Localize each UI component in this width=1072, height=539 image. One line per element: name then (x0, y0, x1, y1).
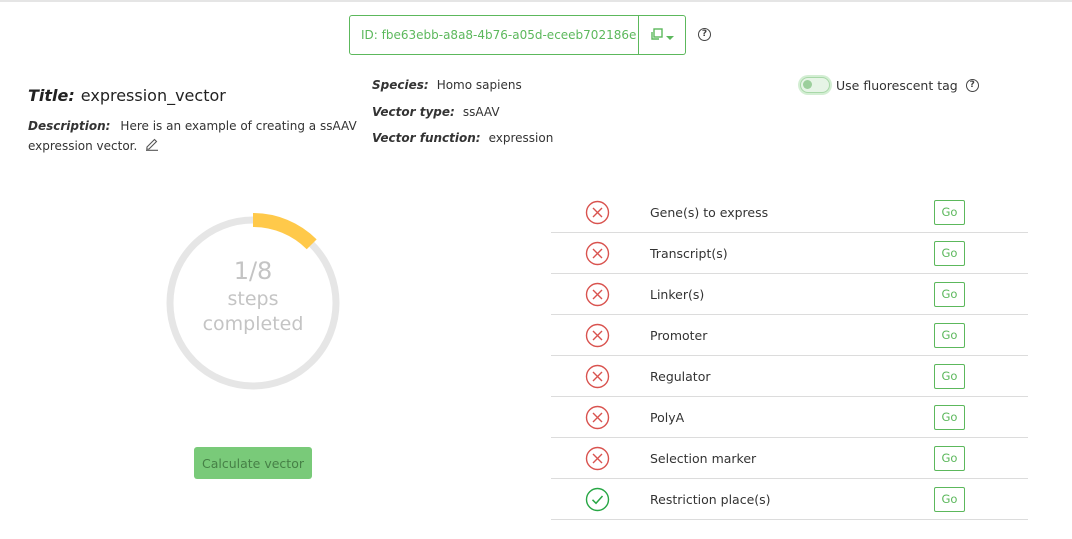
step-go-button[interactable]: Go (934, 446, 965, 471)
top-border (0, 0, 1072, 2)
step-label: PolyA (650, 409, 685, 425)
x-circle-icon (585, 364, 610, 389)
chevron-down-icon (666, 26, 674, 45)
vector-type-row: Vector type: ssAAV (372, 105, 500, 119)
x-circle-icon (585, 446, 610, 471)
vector-type-value: ssAAV (462, 105, 500, 119)
progress-text: 1/8 steps completed (160, 255, 346, 337)
step-label: Transcript(s) (650, 245, 728, 261)
vector-type-label: Vector type: (372, 105, 455, 119)
x-circle-icon (585, 200, 610, 225)
step-row: Linker(s) Go (551, 274, 1028, 315)
progress-arc (252, 213, 317, 250)
vector-description: Description: Here is an example of creati… (28, 116, 358, 157)
step-label: Restriction place(s) (650, 491, 771, 507)
vector-title: Title: expression_vector (28, 86, 226, 105)
vector-function-value: expression (488, 131, 554, 145)
step-row: Regulator Go (551, 356, 1028, 397)
species-label: Species: (372, 78, 429, 92)
progress-label-completed: completed (202, 313, 304, 335)
fluorescent-tag-toggle-row: Use fluorescent tag ? (800, 77, 979, 93)
question-circle-icon[interactable]: ? (698, 28, 711, 41)
progress-count: 1/8 (233, 257, 273, 285)
x-circle-icon (585, 405, 610, 430)
vector-id-field[interactable]: ID: fbe63ebb-a8a8-4b76-a05d-eceeb702186e (349, 15, 639, 55)
step-go-button[interactable]: Go (934, 487, 965, 512)
step-label: Regulator (650, 368, 711, 384)
vector-function-label: Vector function: (372, 131, 481, 145)
step-row: Gene(s) to express Go (551, 192, 1028, 233)
fluorescent-tag-label: Use fluorescent tag (836, 77, 958, 93)
copy-id-button[interactable] (639, 15, 686, 55)
pencil-icon[interactable] (145, 137, 159, 157)
x-circle-icon (585, 323, 610, 348)
step-go-button[interactable]: Go (934, 241, 965, 266)
progress-label-steps: steps (227, 288, 279, 310)
step-go-button[interactable]: Go (934, 323, 965, 348)
step-go-button[interactable]: Go (934, 200, 965, 225)
vector-id-group: ID: fbe63ebb-a8a8-4b76-a05d-eceeb702186e (349, 15, 686, 55)
toggle-knob (803, 80, 812, 89)
title-value: expression_vector (80, 86, 226, 105)
species-value: Homo sapiens (436, 78, 522, 92)
step-label: Linker(s) (650, 286, 705, 302)
step-row: Selection marker Go (551, 438, 1028, 479)
step-row: Promoter Go (551, 315, 1028, 356)
vector-function-row: Vector function: expression (372, 131, 553, 145)
calculate-vector-button[interactable]: Calculate vector (194, 447, 312, 479)
species-row: Species: Homo sapiens (372, 78, 522, 92)
fluorescent-tag-toggle[interactable] (800, 77, 830, 93)
x-circle-icon (585, 282, 610, 307)
step-go-button[interactable]: Go (934, 405, 965, 430)
step-row: PolyA Go (551, 397, 1028, 438)
question-circle-icon[interactable]: ? (965, 78, 979, 92)
title-label: Title: (28, 86, 75, 105)
step-label: Selection marker (650, 450, 757, 466)
steps-list: Gene(s) to express Go Transcript(s) Go Linke… (551, 192, 1028, 520)
step-label: Promoter (650, 327, 708, 343)
copy-icon (650, 26, 663, 45)
step-row: Transcript(s) Go (551, 233, 1028, 274)
step-row: Restriction place(s) Go (551, 479, 1028, 520)
step-go-button[interactable]: Go (934, 282, 965, 307)
x-circle-icon (585, 241, 610, 266)
check-circle-icon (585, 487, 610, 512)
description-label: Description: (28, 119, 111, 133)
step-label: Gene(s) to express (650, 204, 769, 220)
step-go-button[interactable]: Go (934, 364, 965, 389)
